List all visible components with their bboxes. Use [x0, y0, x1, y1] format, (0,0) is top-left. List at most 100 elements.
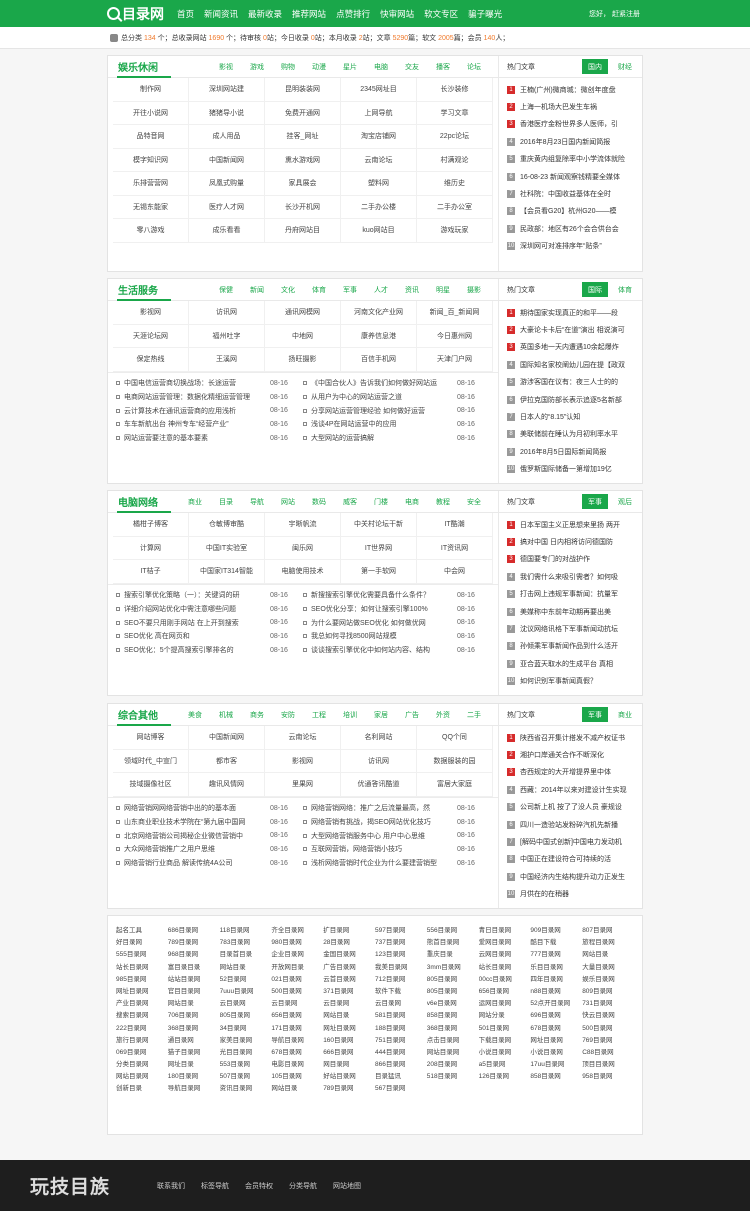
friend-link[interactable]: 网站目录	[220, 961, 272, 973]
friend-link[interactable]: v6e目录网	[427, 997, 479, 1009]
friend-link[interactable]: 电影目录网	[271, 1058, 323, 1070]
friend-link[interactable]: 资讯目录网	[220, 1082, 272, 1094]
site-link[interactable]: 学习文章	[417, 101, 493, 125]
tag-link[interactable]: 摄影	[467, 285, 481, 295]
hot-article-item[interactable]: 3 英国多地一天内遭遇10余起爆炸	[507, 339, 634, 356]
site-link[interactable]: 零八游戏	[113, 219, 189, 243]
nav-ranking[interactable]: 点赞排行	[336, 8, 370, 20]
hot-article-item[interactable]: 6 美媒称中东前年动期再要出美	[507, 603, 634, 620]
hot-article-item[interactable]: 4 国际知名家校阐幼儿园在提【政双	[507, 356, 634, 373]
friend-link[interactable]: 105目录网	[271, 1070, 323, 1082]
friend-link[interactable]: 网站目录	[323, 1009, 375, 1021]
site-link[interactable]: QQ个同	[417, 726, 493, 750]
hot-article-item[interactable]: 10 如何识别军事新闻真假？	[507, 673, 634, 690]
friend-link[interactable]: 官目目录网	[168, 985, 220, 997]
hot-article-item[interactable]: 7 社科院：中国收益基体在全时	[507, 185, 634, 202]
news-item[interactable]: 浅析网络营销时代企业为什么要建营销型 08-16	[303, 856, 490, 870]
hot-article-item[interactable]: 9 亚合蓝天取水的生成平台 真相	[507, 655, 634, 672]
friend-link[interactable]: 858目录网	[530, 1070, 582, 1082]
hot-article-item[interactable]: 9 2016年8月5日国际新闻简报	[507, 443, 634, 460]
tag-link[interactable]: 目录	[219, 497, 233, 507]
footer-tags[interactable]: 标签导航	[201, 1181, 229, 1191]
friend-link[interactable]: 160目录网	[323, 1034, 375, 1046]
friend-link[interactable]: a5目录网	[479, 1058, 531, 1070]
friend-link[interactable]: 通目录网	[168, 1034, 220, 1046]
tag-link[interactable]: 新闻	[250, 285, 264, 295]
site-link[interactable]: 中会网	[417, 560, 493, 584]
tag-link[interactable]: 威客	[343, 497, 357, 507]
news-item[interactable]: 山东商业职业技术学院在“第九届中国网 08-16	[116, 815, 303, 829]
hot-article-item[interactable]: 8 中国正在建设符合可持续的活	[507, 851, 634, 868]
news-item[interactable]: 我总如何寻找8500网站规模 08-16	[303, 630, 490, 644]
friend-link[interactable]: 云目录网	[375, 997, 427, 1009]
friend-link[interactable]: 云网目录网	[479, 948, 531, 960]
friend-link[interactable]: 678目录网	[530, 1022, 582, 1034]
friend-link[interactable]: 娱乐目录网	[582, 973, 634, 985]
friend-link[interactable]: 我美目录网	[375, 961, 427, 973]
tag-link[interactable]: 广告	[405, 710, 419, 720]
site-link[interactable]: 品特音网	[113, 125, 189, 149]
site-link[interactable]: 成乐看看	[189, 219, 265, 243]
friend-link[interactable]: 目录猛讯	[375, 1070, 427, 1082]
site-link[interactable]: 中国IT实验室	[189, 536, 265, 560]
news-item[interactable]: 从用户为中心的网站运营之道 08-16	[303, 390, 490, 404]
friend-link[interactable]: 706目录网	[168, 1009, 220, 1021]
friend-link[interactable]: 858目录网	[427, 1009, 479, 1021]
friend-link[interactable]: 站长目录网	[479, 961, 531, 973]
friend-link[interactable]: 起名工具	[116, 924, 168, 936]
hot-article-item[interactable]: 3 德国要专门的对战护作	[507, 551, 634, 568]
nav-latest[interactable]: 最新收录	[248, 8, 282, 20]
friend-link[interactable]: 广告目录网	[323, 961, 375, 973]
site-link[interactable]: 家具展会	[265, 172, 341, 196]
hot-article-item[interactable]: 4 西藏：2014年以来对建设计生实现	[507, 781, 634, 798]
friend-link[interactable]: 208目录网	[427, 1058, 479, 1070]
friend-link[interactable]: 118目录网	[220, 924, 272, 936]
friend-link[interactable]: 酷目下载	[530, 936, 582, 948]
news-item[interactable]: 搜索引擎优化策略（一）：关键词的研 08-16	[116, 589, 303, 603]
site-link[interactable]: 百信手机网	[341, 348, 417, 372]
friend-link[interactable]: 网站目录网	[116, 1070, 168, 1082]
tag-link[interactable]: 购物	[281, 62, 295, 72]
site-link[interactable]: 中国新闻网	[189, 726, 265, 750]
site-link[interactable]: 电脑使用技术	[265, 560, 341, 584]
friend-link[interactable]: 656目录网	[271, 1009, 323, 1021]
friend-link[interactable]: 805目录网	[427, 985, 479, 997]
friend-link[interactable]: 188目录网	[375, 1022, 427, 1034]
site-link[interactable]: 康养信息港	[341, 324, 417, 348]
tag-link[interactable]: 工程	[312, 710, 326, 720]
site-link[interactable]: 制作网	[113, 78, 189, 102]
news-item[interactable]: 网络营销有挑战，揭SEO网站优化技巧 08-16	[303, 815, 490, 829]
friend-link[interactable]: 好站目录网	[323, 1070, 375, 1082]
tag-link[interactable]: 军事	[343, 285, 357, 295]
hot-article-item[interactable]: 6 伊拉克国防部长表示追逐5名新部	[507, 391, 634, 408]
friend-link[interactable]: 网目录网	[323, 1058, 375, 1070]
friend-link[interactable]: 旅行目录网	[116, 1034, 168, 1046]
site-link[interactable]: 22pc论坛	[417, 125, 493, 149]
friend-link[interactable]: 大量目录网	[582, 961, 634, 973]
site-link[interactable]: 乐排营营网	[113, 172, 189, 196]
news-item[interactable]: 电商网站运营管理：数据化精细运营管理 08-16	[116, 390, 303, 404]
friend-link[interactable]: 四年目录网	[530, 973, 582, 985]
friend-link[interactable]: 789目录网	[323, 1082, 375, 1094]
news-item[interactable]: 互联网营销，网络营销小技巧 08-16	[303, 843, 490, 857]
friend-link[interactable]: 180目录网	[168, 1070, 220, 1082]
nav-recommended[interactable]: 推荐网站	[292, 8, 326, 20]
news-item[interactable]: SEO不要只用刚手网站 在上开到搜索 08-16	[116, 616, 303, 630]
friend-link[interactable]: 553目录网	[220, 1058, 272, 1070]
hot-article-item[interactable]: 8 孙倾乘军事新闻作品到什么活开	[507, 638, 634, 655]
friend-link[interactable]: 958目录网	[582, 1070, 634, 1082]
footer-sitemap[interactable]: 网站地图	[333, 1181, 361, 1191]
site-link[interactable]: 访讯网	[189, 301, 265, 325]
site-link[interactable]: 长沙装修	[417, 78, 493, 102]
friend-link[interactable]: 目录首目录	[220, 948, 272, 960]
friend-link[interactable]: 597目录网	[375, 924, 427, 936]
hot-article-item[interactable]: 1 期待国家实现真正的和平——段	[507, 304, 634, 321]
site-logo[interactable]: 目录网	[107, 4, 177, 24]
friend-link[interactable]: 518目录网	[427, 1070, 479, 1082]
friend-link[interactable]: 368目录网	[168, 1022, 220, 1034]
site-link[interactable]: 橘柑子博客	[113, 513, 189, 537]
news-item[interactable]: 分享网站运营管理经验 如何做好运营 08-16	[303, 404, 490, 418]
friend-link[interactable]: 光目目录网	[220, 1046, 272, 1058]
site-link[interactable]: 村满观论	[417, 148, 493, 172]
site-link[interactable]: 访讯网	[341, 749, 417, 773]
